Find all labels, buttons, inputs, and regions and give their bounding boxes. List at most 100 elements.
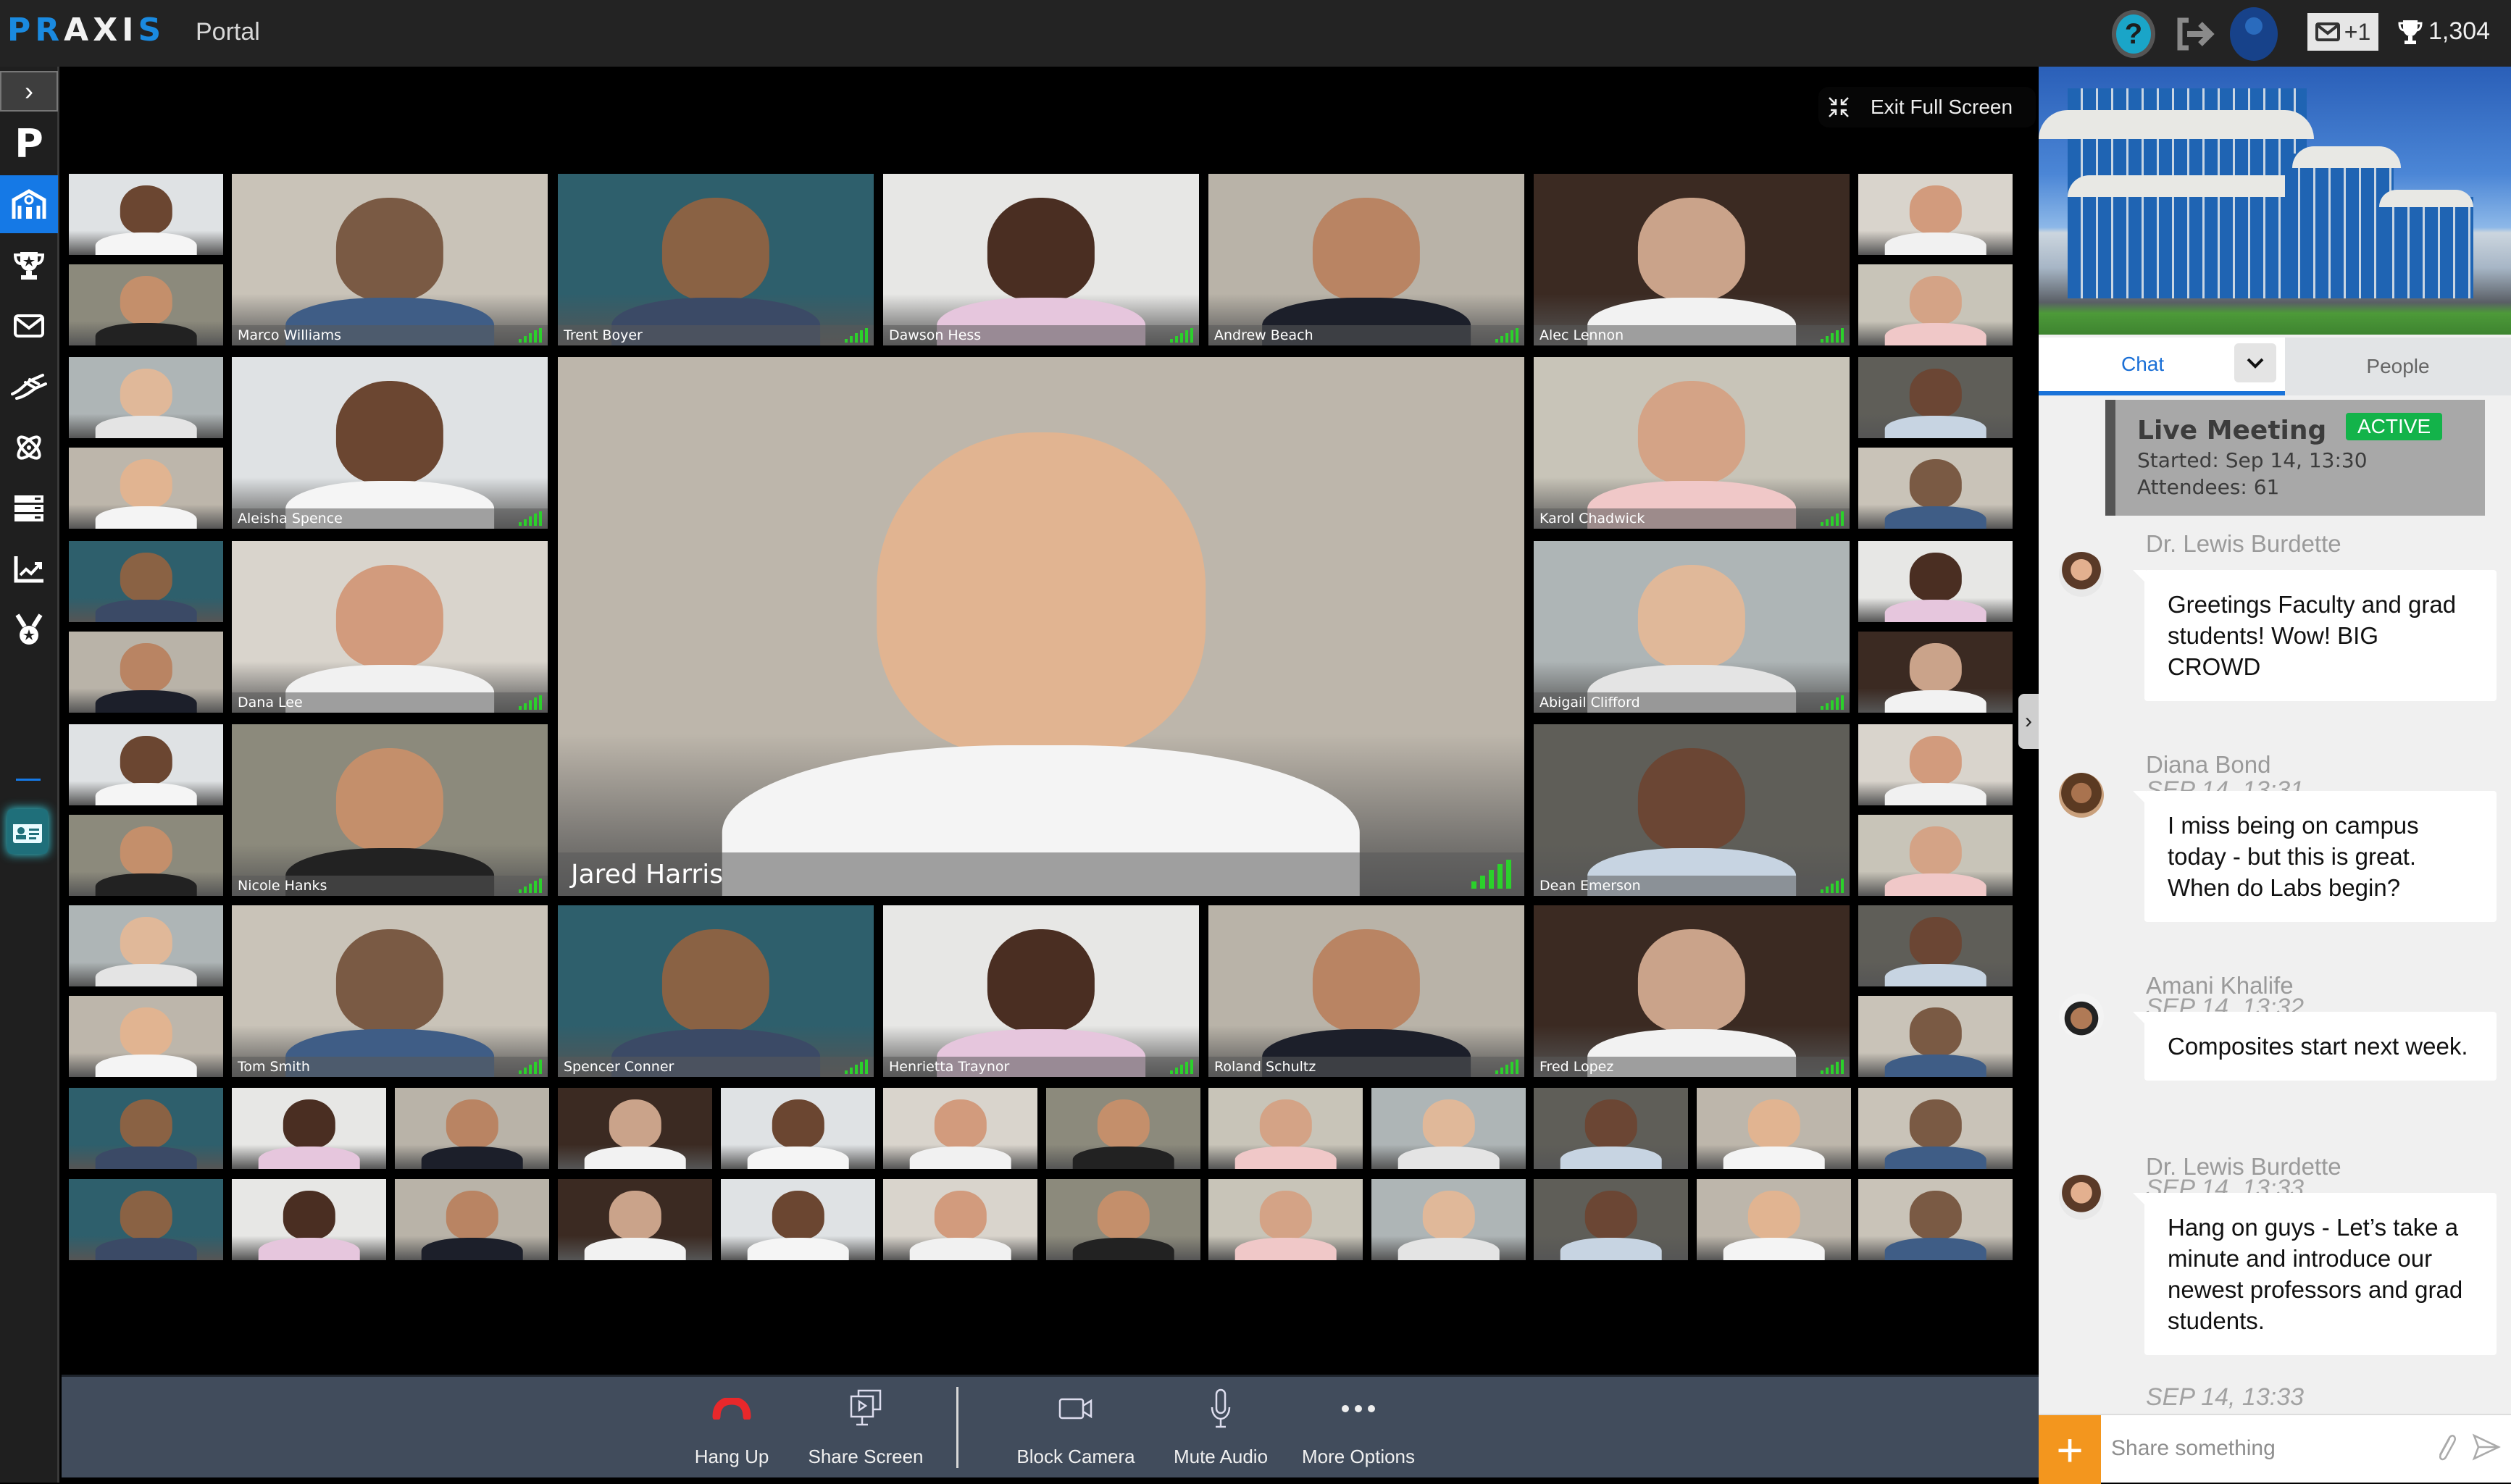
sidebar-item-profile-card[interactable] [7,809,48,854]
participant-thumbnail[interactable] [1534,1088,1688,1169]
participant-tile[interactable]: Andrew Beach [1208,174,1524,345]
participant-thumbnail[interactable] [1858,1088,2013,1169]
more-options-button[interactable]: More Options [1279,1388,1438,1468]
participant-tile[interactable]: Dean Emerson [1534,724,1850,896]
participant-thumbnail[interactable] [883,1179,1037,1260]
participant-thumbnail[interactable] [1858,264,2013,345]
sidebar-item-resources[interactable] [0,479,58,537]
participant-thumbnail[interactable] [1697,1088,1851,1169]
participant-thumbnail[interactable] [721,1088,875,1169]
participant-tile[interactable]: Roland Schultz [1208,905,1524,1077]
participant-thumbnail[interactable] [1697,1179,1851,1260]
participant-tile[interactable]: Abigail Clifford [1534,541,1850,713]
block-camera-button[interactable]: Block Camera [996,1388,1156,1468]
tab-people[interactable]: People [2285,338,2511,395]
participant-thumbnail[interactable] [1208,1179,1363,1260]
participant-thumbnail[interactable] [1858,1179,2013,1260]
participant-thumbnail[interactable] [69,632,223,713]
sidebar-item-analytics[interactable] [0,540,58,598]
help-icon[interactable]: ? [2112,10,2155,58]
sidebar-item-awards[interactable] [0,601,58,659]
collapse-panel-button[interactable]: › [2018,694,2039,749]
participant-tile[interactable]: Karol Chadwick [1534,357,1850,529]
participant-thumbnail[interactable] [69,905,223,986]
participant-thumbnail[interactable] [1046,1088,1200,1169]
participant-tile[interactable]: Dawson Hess [883,174,1199,345]
hang-up-button[interactable]: Hang Up [670,1388,793,1468]
sidebar-item-campus[interactable] [0,175,58,233]
participant-thumbnail[interactable] [69,724,223,805]
sidebar-item-partnerships[interactable] [0,358,58,416]
participant-tile[interactable]: Aleisha Spence [232,357,548,529]
participant-thumbnail[interactable] [1371,1179,1526,1260]
participant-thumbnail[interactable] [1208,1088,1363,1169]
avatar[interactable] [2059,552,2104,597]
participant-thumbnail[interactable] [1858,632,2013,713]
exit-fullscreen-button[interactable]: Exit Full Screen [1818,87,2036,127]
participant-thumbnail[interactable] [1046,1179,1200,1260]
participant-thumbnail[interactable] [558,1088,712,1169]
participant-tile[interactable]: Dana Lee [232,541,548,713]
participant-thumbnail[interactable] [1858,174,2013,255]
avatar[interactable] [2059,773,2104,818]
participant-video [120,185,172,234]
send-icon[interactable] [2472,1433,2501,1465]
logout-icon[interactable] [2173,10,2217,58]
participant-thumbnail[interactable] [1371,1088,1526,1169]
sidebar-item-home[interactable]: P [0,114,58,172]
user-avatar[interactable] [2230,7,2278,61]
mail-notification-button[interactable]: +1 [2307,13,2378,51]
sidebar-item-research[interactable] [0,419,58,477]
participant-tile[interactable]: Fred Lopez [1534,905,1850,1077]
praxis-logo[interactable]: PRAXIS [7,12,165,49]
participant-name-bar: Spencer Conner [558,1057,874,1077]
participant-tile[interactable]: Nicole Hanks [232,724,548,896]
participant-thumbnail[interactable] [395,1088,549,1169]
sidebar-item-achievements[interactable] [0,236,58,294]
sidebar-item-messages[interactable] [0,297,58,355]
participant-thumbnail[interactable] [1858,357,2013,438]
participant-thumbnail[interactable] [69,541,223,622]
participant-thumbnail[interactable] [1534,1179,1688,1260]
participant-tile[interactable]: Alec Lennon [1534,174,1850,345]
participant-thumbnail[interactable] [232,1088,386,1169]
mute-audio-button[interactable]: Mute Audio [1148,1388,1293,1468]
participant-tile[interactable]: Marco Williams [232,174,548,345]
participant-thumbnail[interactable] [1858,996,2013,1077]
participant-thumbnail[interactable] [69,815,223,896]
participant-thumbnail[interactable] [1858,815,2013,896]
participant-thumbnail[interactable] [232,1179,386,1260]
sidebar-toggle-button[interactable]: › [0,71,58,112]
participant-video [1884,506,1986,529]
participant-thumbnail[interactable] [69,1179,223,1260]
participant-thumbnail[interactable] [69,264,223,345]
message-input[interactable] [2111,1428,2415,1469]
participant-thumbnail[interactable] [1858,541,2013,622]
participant-thumbnail[interactable] [558,1179,712,1260]
participant-tile[interactable]: Tom Smith [232,905,548,1077]
participant-tile[interactable]: Trent Boyer [558,174,874,345]
participant-thumbnail[interactable] [1858,448,2013,529]
participant-thumbnail[interactable] [69,174,223,255]
add-attachment-button[interactable]: + [2039,1415,2101,1484]
trophy-points[interactable]: 1,304 [2398,17,2490,46]
participant-thumbnail[interactable] [1858,724,2013,805]
avatar[interactable] [2059,1175,2104,1220]
participant-thumbnail[interactable] [721,1179,875,1260]
paperclip-icon[interactable] [2433,1431,2458,1468]
avatar[interactable] [2059,994,2104,1039]
share-screen-button[interactable]: Share Screen [793,1388,938,1468]
participant-tile[interactable]: Henrietta Traynor [883,905,1199,1077]
participant-thumbnail[interactable] [69,1088,223,1169]
participant-thumbnail[interactable] [69,996,223,1077]
participant-tile[interactable]: Spencer Conner [558,905,874,1077]
chat-options-dropdown[interactable] [2234,343,2276,382]
participant-thumbnail[interactable] [395,1179,549,1260]
featured-speaker-tile[interactable]: Jared Harris [558,357,1524,896]
participant-thumbnail[interactable] [69,448,223,529]
participant-thumbnail[interactable] [69,357,223,438]
participant-thumbnail[interactable] [1858,905,2013,986]
participant-video [1884,1237,1986,1260]
participant-thumbnail[interactable] [883,1088,1037,1169]
participant-video [1637,565,1746,668]
